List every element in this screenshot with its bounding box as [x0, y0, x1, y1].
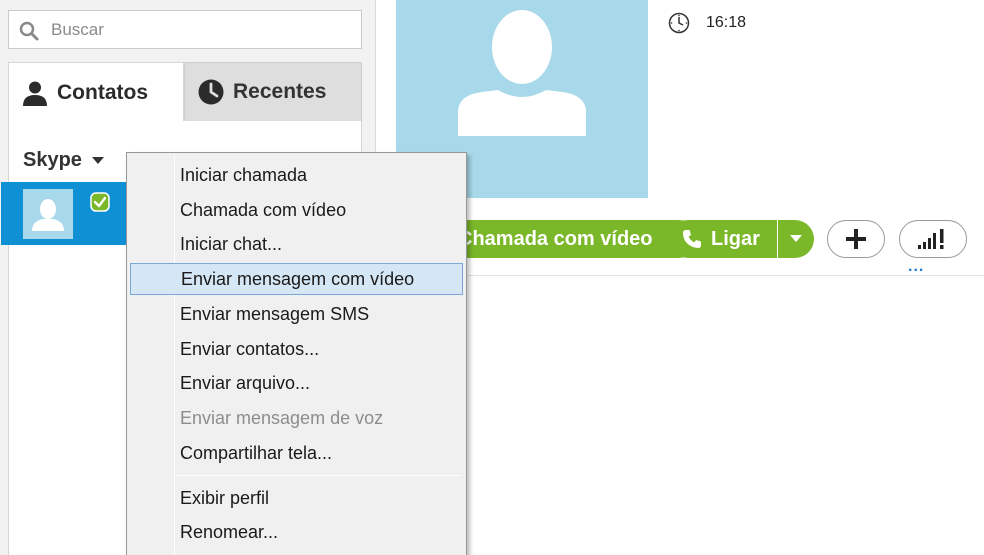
- search-box[interactable]: [8, 10, 362, 49]
- tab-contacts[interactable]: Contatos: [8, 62, 184, 122]
- check-badge-icon: [90, 192, 110, 212]
- menu-item-share-screen[interactable]: Compartilhar tela...: [130, 437, 463, 469]
- menu-item-send-video-message[interactable]: Enviar mensagem com vídeo: [130, 263, 463, 295]
- call-quality-button[interactable]: [899, 220, 967, 258]
- menu-item-rename[interactable]: Renomear...: [130, 516, 463, 548]
- tab-contacts-label: Contatos: [57, 80, 148, 104]
- search-input[interactable]: [51, 17, 351, 43]
- menu-item-send-file[interactable]: Enviar arquivo...: [130, 367, 463, 399]
- group-label: Skype: [23, 149, 82, 171]
- menu-item-send-voice-message: Enviar mensagem de voz: [180, 407, 384, 428]
- call-button[interactable]: Ligar: [669, 220, 777, 258]
- signal-icon: [918, 229, 944, 249]
- call-options-button[interactable]: [778, 220, 814, 258]
- group-header[interactable]: Skype: [23, 149, 104, 172]
- contact-tabs: Contatos Recentes: [8, 62, 362, 122]
- add-button[interactable]: [827, 220, 885, 258]
- menu-item-view-profile[interactable]: Exibir perfil: [130, 482, 463, 514]
- caret-down-icon: [790, 235, 802, 242]
- tab-recent-label: Recentes: [233, 80, 327, 103]
- local-time: 16:18: [668, 12, 746, 34]
- video-call-label: Chamada com vídeo: [458, 227, 653, 250]
- menu-separator: [177, 475, 461, 476]
- search-icon: [19, 21, 39, 41]
- plus-icon: [846, 229, 866, 249]
- avatar: [23, 189, 73, 239]
- menu-item-start-chat[interactable]: Iniciar chat...: [130, 228, 463, 260]
- caret-down-icon: [91, 156, 104, 164]
- person-icon: [23, 81, 47, 106]
- menu-item-start-call[interactable]: Iniciar chamada: [130, 159, 463, 191]
- clock-icon: [668, 12, 690, 34]
- call-label: Ligar: [711, 227, 760, 250]
- person-icon: [32, 199, 64, 231]
- time-value: 16:18: [706, 14, 747, 31]
- phone-icon: [683, 230, 701, 248]
- divider: [466, 275, 984, 276]
- menu-item-send-sms[interactable]: Enviar mensagem SMS: [130, 298, 463, 330]
- menu-item-video-call[interactable]: Chamada com vídeo: [130, 194, 463, 226]
- action-bar: Chamada com vídeo Ligar: [376, 218, 984, 260]
- more-options-button[interactable]: ...: [908, 259, 924, 275]
- clock-icon: [198, 79, 224, 105]
- context-menu: Iniciar chamada Chamada com vídeo Inicia…: [126, 152, 467, 555]
- menu-item-send-contacts[interactable]: Enviar contatos...: [130, 333, 463, 365]
- tab-recent[interactable]: Recentes: [184, 62, 362, 122]
